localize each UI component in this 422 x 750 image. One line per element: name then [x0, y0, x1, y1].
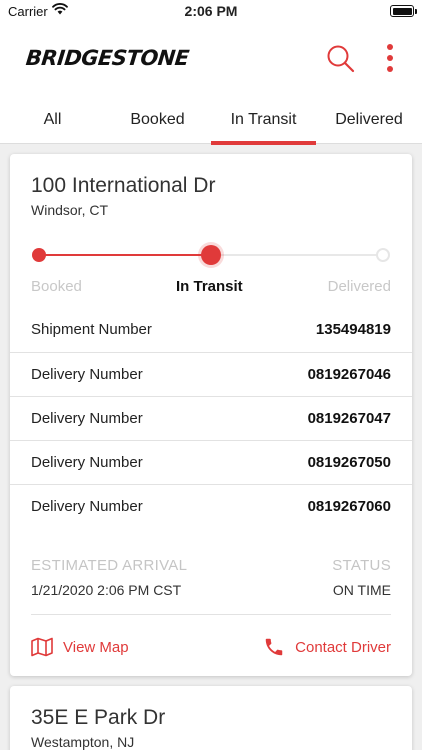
divider [31, 614, 391, 615]
status-label: STATUS [332, 557, 391, 574]
shipment-address: 100 International Dr [31, 174, 216, 197]
row-value: 0819267060 [307, 498, 391, 515]
search-icon[interactable] [326, 44, 356, 74]
delivery-number-row[interactable]: Delivery Number 0819267060 [10, 484, 412, 528]
row-value: 0819267050 [307, 454, 391, 471]
view-map-button[interactable]: View Map [31, 632, 129, 662]
step-label-delivered: Delivered [327, 278, 391, 295]
step-label-booked: Booked [31, 278, 82, 295]
estimated-arrival-label: ESTIMATED ARRIVAL [31, 557, 188, 574]
screen: Carrier 2:06 PM BRIDGESTONE All Booked I… [0, 0, 422, 750]
more-options-icon[interactable] [380, 42, 400, 76]
shipment-card[interactable]: 100 International Dr Windsor, CT Booked … [10, 154, 412, 676]
step-dot-delivered [376, 248, 390, 262]
shipment-address: 35E E Park Dr [31, 706, 166, 729]
progress-fill [38, 254, 211, 256]
shipment-card[interactable]: 35E E Park Dr Westampton, NJ [10, 686, 412, 750]
delivery-number-row[interactable]: Delivery Number 0819267047 [10, 396, 412, 440]
clock: 2:06 PM [184, 3, 238, 19]
contact-driver-button[interactable]: Contact Driver [263, 632, 391, 662]
step-label-in-transit: In Transit [176, 278, 243, 295]
estimated-arrival-value: 1/21/2020 2:06 PM CST [31, 582, 182, 598]
row-label: Delivery Number [31, 366, 143, 383]
delivery-number-row[interactable]: Delivery Number 0819267046 [10, 352, 412, 396]
tab-in-transit[interactable]: In Transit [211, 96, 316, 145]
tab-all[interactable]: All [0, 96, 105, 144]
row-label: Delivery Number [31, 454, 143, 471]
view-map-label: View Map [63, 638, 129, 656]
row-label: Delivery Number [31, 498, 143, 515]
step-dot-booked [32, 248, 46, 262]
row-label: Shipment Number [31, 321, 152, 338]
row-value: 135494819 [315, 321, 391, 338]
shipment-city: Westampton, NJ [31, 734, 135, 750]
app-header: BRIDGESTONE [0, 24, 422, 96]
shipment-number-row: Shipment Number 135494819 [10, 308, 412, 352]
delivery-number-row[interactable]: Delivery Number 0819267050 [10, 440, 412, 484]
step-dot-in-transit [201, 245, 221, 265]
status-value: ON TIME [332, 582, 391, 598]
row-value: 0819267047 [307, 410, 391, 427]
brand-logo: BRIDGESTONE [24, 46, 190, 70]
tab-delivered[interactable]: Delivered [316, 96, 422, 144]
status-bar: Carrier 2:06 PM [0, 0, 422, 24]
tab-booked[interactable]: Booked [105, 96, 210, 144]
tab-bar: All Booked In Transit Delivered [0, 96, 422, 145]
row-value: 0819267046 [307, 366, 391, 383]
contact-driver-label: Contact Driver [295, 638, 391, 656]
map-icon [31, 637, 53, 657]
phone-icon [265, 638, 283, 656]
shipment-city: Windsor, CT [31, 202, 109, 218]
row-label: Delivery Number [31, 410, 143, 427]
battery-icon [390, 5, 417, 17]
